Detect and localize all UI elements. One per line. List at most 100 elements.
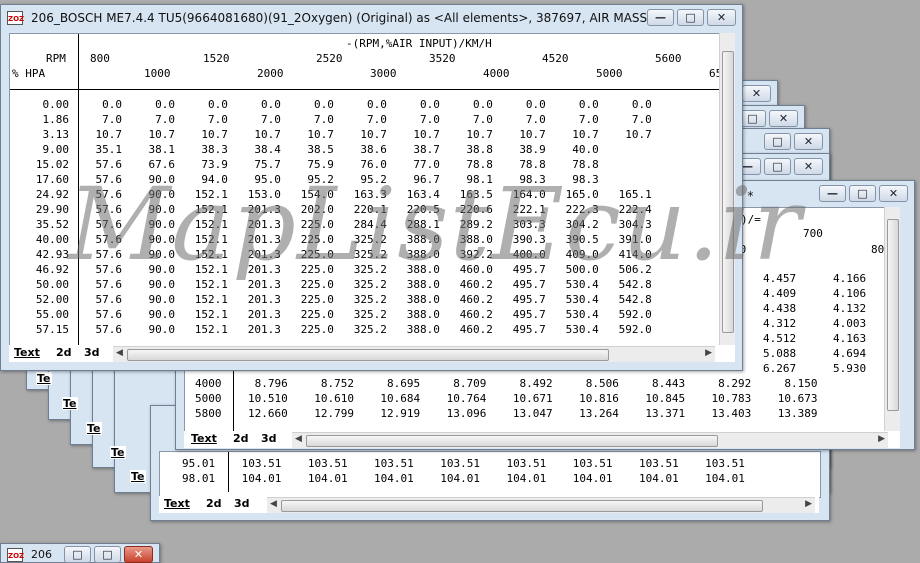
table-row: 55.00 57.6 90.0 152.1 201.3 225.0 325.2 … <box>16 308 652 321</box>
close-button[interactable]: ✕ <box>124 546 153 563</box>
table-cell: 4.132 <box>833 302 867 315</box>
stack-tab-label[interactable]: Te <box>86 422 102 435</box>
maximize-icon: □ <box>857 187 868 200</box>
tab-2d[interactable]: 2d <box>230 432 252 446</box>
scrollbar-thumb[interactable] <box>887 219 899 411</box>
table-row: 4000 8.796 8.752 8.695 8.709 8.492 8.506… <box>195 377 818 390</box>
tab-text[interactable]: Text <box>161 497 193 511</box>
table-cell: 4.166 <box>833 272 867 285</box>
table-row: 57.15 57.6 90.0 152.1 201.3 225.0 325.2 … <box>16 323 652 336</box>
middle-maximize-button[interactable]: □ <box>849 185 876 202</box>
vertical-scrollbar[interactable] <box>884 207 900 432</box>
bg2-close-button[interactable]: ✕ <box>742 85 771 102</box>
table-row: 3.13 10.7 10.7 10.7 10.7 10.7 10.7 10.7 … <box>16 128 652 141</box>
table-row: 5800 12.660 12.799 12.919 13.096 13.047 … <box>195 407 818 420</box>
table-row: 9.00 35.1 38.1 38.3 38.4 38.5 38.6 38.7 … <box>16 143 599 156</box>
middle-minimize-button[interactable]: — <box>819 185 846 202</box>
scroll-left-icon[interactable]: ◀ <box>116 348 123 358</box>
stack-tab-label[interactable]: Te <box>36 372 52 385</box>
middle-close-button[interactable]: ✕ <box>879 185 908 202</box>
tab-3d[interactable]: 3d <box>81 346 103 360</box>
close-icon: ✕ <box>133 548 144 561</box>
minimize-icon: — <box>827 187 838 200</box>
tab-2d[interactable]: 2d <box>203 497 225 511</box>
column-header: 2520 <box>316 52 343 65</box>
bg4-close-button[interactable]: ✕ <box>794 133 823 150</box>
bg5-close-button[interactable]: ✕ <box>794 158 823 175</box>
tab-text[interactable]: Text <box>11 346 43 360</box>
close-icon: ✕ <box>888 187 899 200</box>
table-cell: 4.106 <box>833 287 867 300</box>
tab-3d[interactable]: 3d <box>231 497 253 511</box>
scrollbar-thumb[interactable] <box>722 51 734 333</box>
table-row: 5000 10.510 10.610 10.684 10.764 10.671 … <box>195 392 818 405</box>
main-window-title: 206_BOSCH ME7.4.4 TU5(9664081680)(91_2Ox… <box>31 11 669 25</box>
table-row: 95.01 103.51 103.51 103.51 103.51 103.51… <box>182 457 745 470</box>
maximize-icon: □ <box>747 112 758 125</box>
table-row: 17.60 57.6 90.0 94.0 95.0 95.2 95.2 96.7… <box>16 173 599 186</box>
column-label: 700 <box>803 227 823 240</box>
scroll-right-icon[interactable]: ▶ <box>705 348 712 358</box>
table-cell: 5.930 <box>833 362 867 375</box>
tab-2d[interactable]: 2d <box>53 346 75 360</box>
stack-tab-label[interactable]: Te <box>62 397 78 410</box>
bottom-window-tabbar: Text 2d 3d ◀ ▶ <box>159 496 819 513</box>
table-cell: 4.694 <box>833 347 867 360</box>
main-window-titlebar[interactable]: ZOZ 206_BOSCH ME7.4.4 TU5(9664081680)(91… <box>1 5 742 31</box>
bg5-maximize-button[interactable]: □ <box>764 158 791 175</box>
close-icon: ✕ <box>716 11 727 24</box>
column-header: 3000 <box>370 67 397 80</box>
bg3-maximize-button[interactable]: □ <box>739 110 766 127</box>
horizontal-scrollbar[interactable]: ◀ ▶ <box>267 497 815 513</box>
table-row: 40.00 57.6 90.0 152.1 201.3 225.0 325.2 … <box>16 233 652 246</box>
scrollbar-thumb[interactable] <box>281 500 763 512</box>
table-cell: 4.457 <box>763 272 797 285</box>
app-icon: ZOZ <box>7 11 24 25</box>
minimize-button[interactable]: — <box>647 9 674 26</box>
scroll-right-icon[interactable]: ▶ <box>805 499 812 509</box>
scrollbar-thumb[interactable] <box>127 349 609 361</box>
bg3-close-button[interactable]: ✕ <box>769 110 798 127</box>
horizontal-scrollbar[interactable]: ◀ ▶ <box>113 346 715 362</box>
table-cell: 4.409 <box>763 287 797 300</box>
horizontal-scrollbar[interactable]: ◀ ▶ <box>292 432 888 448</box>
table-row: 29.90 57.6 90.0 152.1 201.3 202.0 220.1 … <box>16 203 652 216</box>
table-row: 50.00 57.6 90.0 152.1 201.3 225.0 325.2 … <box>16 278 652 291</box>
column-header: 4520 <box>542 52 569 65</box>
scroll-left-icon[interactable]: ◀ <box>270 499 277 509</box>
close-icon: ✕ <box>803 135 814 148</box>
column-header: 800 <box>90 52 110 65</box>
column-header: 1000 <box>144 67 171 80</box>
close-button[interactable]: ✕ <box>707 9 736 26</box>
close-icon: ✕ <box>778 112 789 125</box>
close-icon: ✕ <box>803 160 814 173</box>
main-data-window[interactable]: ZOZ 206_BOSCH ME7.4.4 TU5(9664081680)(91… <box>0 4 743 371</box>
table-row: 46.92 57.6 90.0 152.1 201.3 225.0 325.2 … <box>16 263 652 276</box>
maximize-button[interactable]: □ <box>677 9 704 26</box>
minimized-window[interactable]: ZOZ 206 □ □ ✕ <box>0 543 160 563</box>
minimized-window-title: 206 <box>31 548 52 561</box>
column-header: 4000 <box>483 67 510 80</box>
bg4-maximize-button[interactable]: □ <box>764 133 791 150</box>
column-header: 3520 <box>429 52 456 65</box>
table-cell: 4.163 <box>833 332 867 345</box>
scroll-left-icon[interactable]: ◀ <box>295 434 302 444</box>
stack-tab-label[interactable]: Te <box>130 470 146 483</box>
header-fragment: )/= <box>741 213 761 226</box>
main-window-tabbar: Text 2d 3d ◀ ▶ <box>9 345 735 362</box>
table-cell: 6.267 <box>763 362 797 375</box>
restore-button[interactable]: □ <box>64 546 91 563</box>
scrollbar-thumb[interactable] <box>306 435 718 447</box>
tab-3d[interactable]: 3d <box>258 432 280 446</box>
table-cell: 4.003 <box>833 317 867 330</box>
tab-text[interactable]: Text <box>188 432 220 446</box>
maximize-button[interactable]: □ <box>94 546 121 563</box>
table-cell: 5.088 <box>763 347 797 360</box>
scroll-right-icon[interactable]: ▶ <box>878 434 885 444</box>
table-row: 15.02 57.6 67.6 73.9 75.7 75.9 76.0 77.0… <box>16 158 599 171</box>
table-row: 24.92 57.6 90.0 152.1 153.0 154.0 163.3 … <box>16 188 652 201</box>
column-axis-label: % HPA <box>12 67 46 80</box>
vertical-scrollbar[interactable] <box>719 33 735 345</box>
table-row: 35.52 57.6 90.0 152.1 201.3 225.0 284.4 … <box>16 218 652 231</box>
stack-tab-label[interactable]: Te <box>110 446 126 459</box>
